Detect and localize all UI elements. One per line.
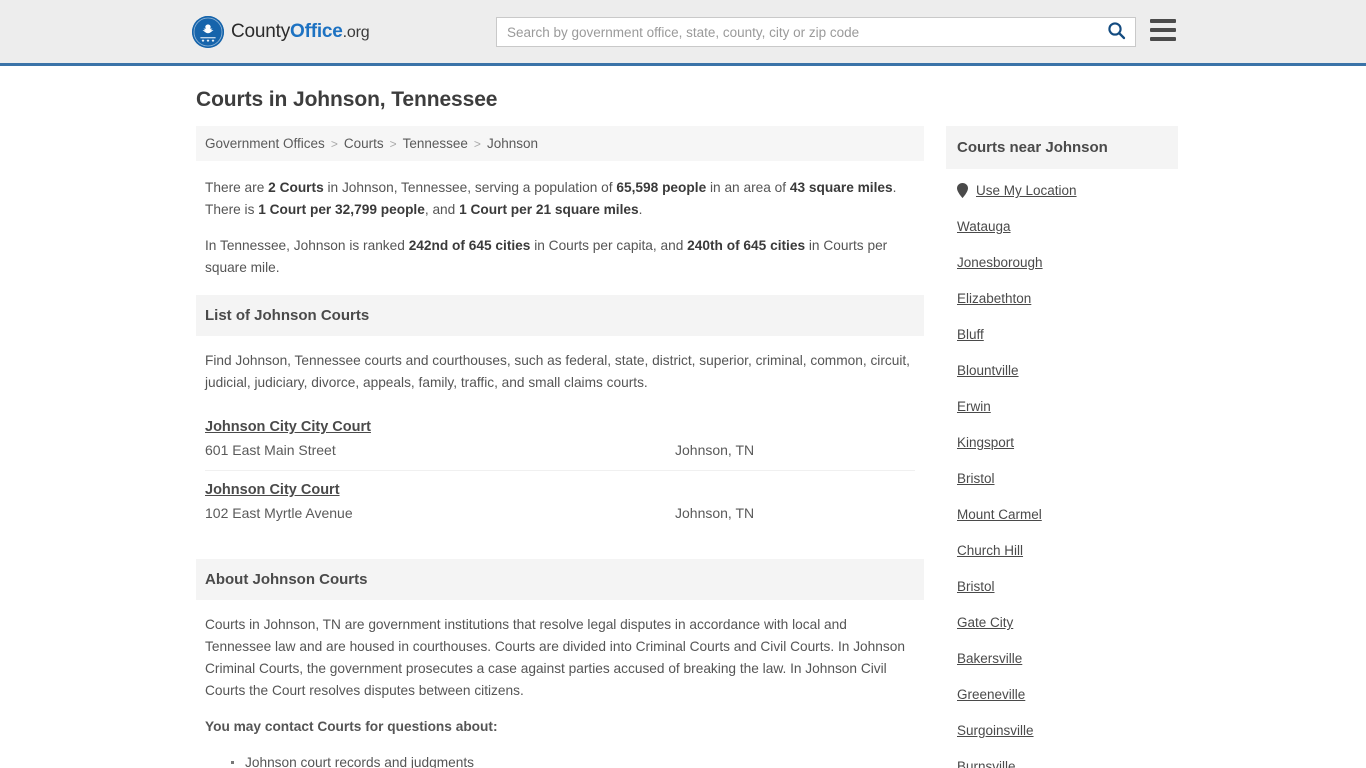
place-link[interactable]: Bluff	[957, 327, 984, 342]
search-icon	[1107, 21, 1126, 43]
place-link[interactable]: Blountville	[957, 363, 1019, 378]
search-bar[interactable]	[496, 17, 1136, 47]
about-bullet-item: Johnson court records and judgments	[231, 752, 915, 768]
sidebar-item-place[interactable]: Greeneville	[957, 687, 1167, 702]
place-link[interactable]: Elizabethton	[957, 291, 1031, 306]
stats-paragraph-2: In Tennessee, Johnson is ranked 242nd of…	[205, 238, 888, 275]
stat-rank-per-capita: 242nd of 645 cities	[408, 238, 531, 253]
stat-area: 43 square miles	[789, 180, 893, 195]
breadcrumb-item-government-offices[interactable]: Government Offices	[205, 136, 325, 151]
breadcrumb-item-courts[interactable]: Courts	[344, 136, 384, 151]
sidebar-item-place[interactable]: Bluff	[957, 327, 1167, 342]
menu-bar-2	[1150, 28, 1176, 32]
logo-text-org: .org	[342, 23, 370, 41]
sidebar-item-place[interactable]: Kingsport	[957, 435, 1167, 450]
sidebar-item-use-my-location[interactable]: Use My Location	[957, 183, 1167, 198]
sidebar-item-place[interactable]: Elizabethton	[957, 291, 1167, 306]
place-link[interactable]: Greeneville	[957, 687, 1025, 702]
breadcrumb-item-johnson[interactable]: Johnson	[487, 136, 538, 151]
breadcrumb-item-tennessee[interactable]: Tennessee	[403, 136, 468, 151]
place-link[interactable]: Surgoinsville	[957, 723, 1034, 738]
sidebar-list: Use My Location Watauga Jonesborough Eli…	[946, 169, 1178, 768]
sidebar-item-place[interactable]: Burnsville	[957, 759, 1167, 768]
place-link[interactable]: Gate City	[957, 615, 1013, 630]
sidebar-item-place[interactable]: Blountville	[957, 363, 1167, 378]
court-list-item[interactable]: Johnson City City Court 601 East Main St…	[205, 408, 915, 471]
page-title: Courts in Johnson, Tennessee	[196, 88, 498, 111]
about-lead: You may contact Courts for questions abo…	[205, 719, 498, 734]
place-link[interactable]: Burnsville	[957, 759, 1016, 768]
court-list: Johnson City City Court 601 East Main St…	[196, 408, 924, 533]
place-link[interactable]: Jonesborough	[957, 255, 1043, 270]
breadcrumb-separator: >	[473, 136, 481, 151]
stats-paragraph-1: There are 2 Courts in Johnson, Tennessee…	[205, 180, 897, 217]
sidebar-item-place[interactable]: Bakersville	[957, 651, 1167, 666]
site-logo[interactable]: CountyOffice.org	[192, 15, 370, 48]
court-address: 601 East Main Street	[205, 442, 336, 458]
eagle-seal-icon	[192, 15, 224, 48]
stat-population: 65,598 people	[616, 180, 707, 195]
sidebar: Courts near Johnson Use My Location Wata…	[946, 126, 1178, 768]
place-link[interactable]: Bristol	[957, 579, 995, 594]
about-bullet-list: Johnson court records and judgments Law …	[205, 752, 915, 768]
sidebar-item-place[interactable]: Gate City	[957, 615, 1167, 630]
place-link[interactable]: Watauga	[957, 219, 1011, 234]
use-my-location-label[interactable]: Use My Location	[976, 183, 1077, 198]
stat-court-per-area: 1 Court per 21 square miles	[459, 202, 639, 217]
search-button[interactable]	[1097, 18, 1135, 46]
content-columns: Government Offices > Courts > Tennessee …	[196, 126, 1178, 768]
list-section-body: Find Johnson, Tennessee courts and court…	[196, 336, 924, 394]
court-city: Johnson, TN	[675, 505, 755, 521]
page-container: Courts in Johnson, Tennessee Government …	[0, 66, 1366, 768]
menu-bar-3	[1150, 37, 1176, 41]
logo-wordmark: CountyOffice.org	[231, 20, 370, 43]
sidebar-item-place[interactable]: Erwin	[957, 399, 1167, 414]
place-link[interactable]: Bristol	[957, 471, 995, 486]
stat-rank-per-square-mile: 240th of 645 cities	[687, 238, 806, 253]
breadcrumb: Government Offices > Courts > Tennessee …	[196, 126, 924, 161]
list-section-description: Find Johnson, Tennessee courts and court…	[205, 353, 910, 390]
sidebar-item-place[interactable]: Bristol	[957, 579, 1167, 594]
sidebar-item-place[interactable]: Jonesborough	[957, 255, 1167, 270]
intro-statistics: There are 2 Courts in Johnson, Tennessee…	[196, 161, 924, 279]
court-address: 102 East Myrtle Avenue	[205, 505, 353, 521]
place-link[interactable]: Kingsport	[957, 435, 1014, 450]
sidebar-item-place[interactable]: Bristol	[957, 471, 1167, 486]
court-name-link[interactable]: Johnson City Court	[205, 482, 340, 498]
stat-court-per-people: 1 Court per 32,799 people	[258, 202, 425, 217]
court-name-link[interactable]: Johnson City City Court	[205, 419, 371, 435]
sidebar-heading: Courts near Johnson	[946, 126, 1178, 169]
court-list-item[interactable]: Johnson City Court 102 East Myrtle Avenu…	[205, 471, 915, 533]
about-paragraph: Courts in Johnson, TN are government ins…	[205, 617, 905, 698]
place-link[interactable]: Mount Carmel	[957, 507, 1042, 522]
search-input[interactable]	[497, 18, 1097, 46]
breadcrumb-separator: >	[330, 136, 338, 151]
place-link[interactable]: Erwin	[957, 399, 991, 414]
sidebar-item-place[interactable]: Watauga	[957, 219, 1167, 234]
site-header: CountyOffice.org	[0, 0, 1366, 66]
about-section-body: Courts in Johnson, TN are government ins…	[196, 600, 924, 768]
main-column: Government Offices > Courts > Tennessee …	[196, 126, 924, 768]
place-link[interactable]: Bakersville	[957, 651, 1022, 666]
sidebar-item-place[interactable]: Church Hill	[957, 543, 1167, 558]
menu-bar-1	[1150, 19, 1176, 23]
about-section-heading: About Johnson Courts	[196, 559, 924, 600]
hamburger-menu-icon[interactable]	[1150, 19, 1176, 41]
list-section-heading: List of Johnson Courts	[196, 295, 924, 336]
place-link[interactable]: Church Hill	[957, 543, 1023, 558]
logo-text-office: Office	[290, 20, 343, 42]
sidebar-item-place[interactable]: Surgoinsville	[957, 723, 1167, 738]
logo-text-county: County	[231, 20, 291, 42]
sidebar-item-place[interactable]: Mount Carmel	[957, 507, 1167, 522]
stat-court-count: 2 Courts	[268, 180, 324, 195]
map-pin-icon	[957, 183, 968, 198]
court-city: Johnson, TN	[675, 442, 755, 458]
breadcrumb-separator: >	[389, 136, 397, 151]
